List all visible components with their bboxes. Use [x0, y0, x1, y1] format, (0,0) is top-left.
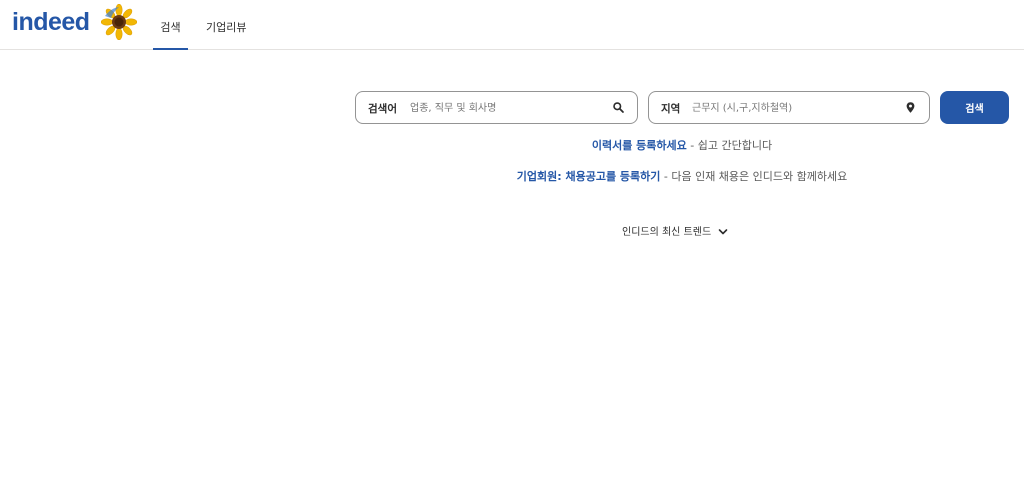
- latest-trends-label: 인디드의 최신 트렌드: [622, 227, 712, 238]
- resume-promo: 이력서를 등록하세요 - 쉽고 간단합니다: [355, 137, 1009, 153]
- indeed-logo[interactable]: indeed: [12, 8, 90, 37]
- register-resume-link[interactable]: 이력서를 등록하세요: [592, 139, 687, 152]
- where-input[interactable]: [692, 98, 897, 118]
- search-button[interactable]: 검색: [940, 91, 1009, 124]
- sunflower-icon: [101, 4, 137, 40]
- where-search-box[interactable]: 지역: [648, 91, 930, 124]
- top-header: indeed 검색 기업리뷰: [0, 0, 1024, 50]
- employer-promo: 기업회원: 채용공고를 등록하기 - 다음 인재 채용은 인디드와 함께하세요: [355, 168, 1009, 184]
- post-job-link[interactable]: 기업회원: 채용공고를 등록하기: [517, 170, 661, 183]
- employer-promo-text: - 다음 인재 채용은 인디드와 함께하세요: [660, 170, 848, 183]
- tab-search[interactable]: 검색: [153, 0, 188, 50]
- what-label: 검색어: [368, 103, 397, 115]
- where-label: 지역: [661, 103, 681, 115]
- location-pin-icon: [906, 102, 915, 113]
- latest-trends-toggle[interactable]: 인디드의 최신 트렌드: [622, 223, 728, 238]
- tab-company-reviews[interactable]: 기업리뷰: [206, 0, 246, 50]
- chevron-down-icon: [719, 229, 728, 235]
- resume-promo-text: - 쉽고 간단합니다: [686, 139, 773, 152]
- what-input[interactable]: [410, 98, 605, 118]
- search-icon: [613, 102, 624, 113]
- what-search-box[interactable]: 검색어: [355, 91, 638, 124]
